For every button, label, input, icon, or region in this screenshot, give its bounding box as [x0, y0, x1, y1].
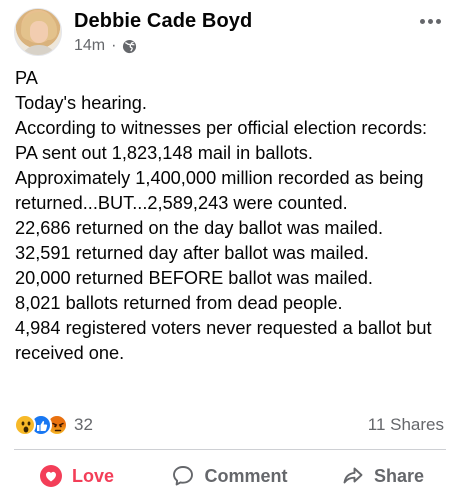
heart-icon	[39, 465, 62, 487]
love-label: Love	[71, 465, 114, 486]
more-dot	[428, 18, 433, 24]
post-line: PA	[15, 68, 38, 88]
post-line: PA sent out 1,823,148 mail in ballots.	[15, 143, 313, 163]
more-options-icon[interactable]	[420, 16, 446, 26]
divider	[14, 449, 446, 450]
post-line: 20,000 returned BEFORE ballot was mailed…	[15, 268, 373, 288]
post-line: 4,984 registered voters never requested …	[15, 318, 432, 363]
post-body: PA Today's hearing. According to witness…	[15, 66, 447, 366]
post-header: Debbie Cade Boyd 14m ·	[14, 8, 446, 58]
share-arrow-icon	[343, 467, 363, 484]
meta-separator: ·	[111, 37, 117, 54]
action-bar: Love Comment Share	[0, 456, 459, 496]
avatar-shoulders	[20, 45, 58, 55]
post-line: Today's hearing.	[15, 93, 147, 113]
more-dot	[420, 18, 425, 24]
wow-reaction-icon	[14, 414, 36, 436]
love-button[interactable]: Love	[0, 456, 153, 496]
post-meta: 14m ·	[74, 37, 137, 55]
post-line: 32,591 returned day after ballot was mai…	[15, 243, 369, 263]
post-line: According to witnesses per official elec…	[15, 118, 428, 138]
avatar-face	[30, 21, 48, 43]
globe-icon	[123, 39, 137, 53]
share-button[interactable]: Share	[306, 456, 459, 496]
post-timestamp[interactable]: 14m	[74, 37, 105, 55]
comment-button[interactable]: Comment	[153, 456, 306, 496]
avatar[interactable]	[14, 8, 62, 56]
post-line: Approximately 1,400,000 million recorded…	[15, 168, 424, 213]
post-line: 22,686 returned on the day ballot was ma…	[15, 218, 384, 238]
share-label: Share	[373, 465, 425, 486]
post-line: 8,021 ballots returned from dead people.	[15, 293, 343, 313]
author-name[interactable]: Debbie Cade Boyd	[74, 10, 252, 33]
reaction-summary[interactable]: 32	[14, 414, 93, 436]
comment-label: Comment	[204, 465, 288, 486]
comment-icon	[173, 466, 194, 486]
shares-count[interactable]: 11 Shares	[368, 415, 444, 435]
more-dot	[436, 18, 441, 24]
reaction-count[interactable]: 32	[74, 415, 93, 435]
